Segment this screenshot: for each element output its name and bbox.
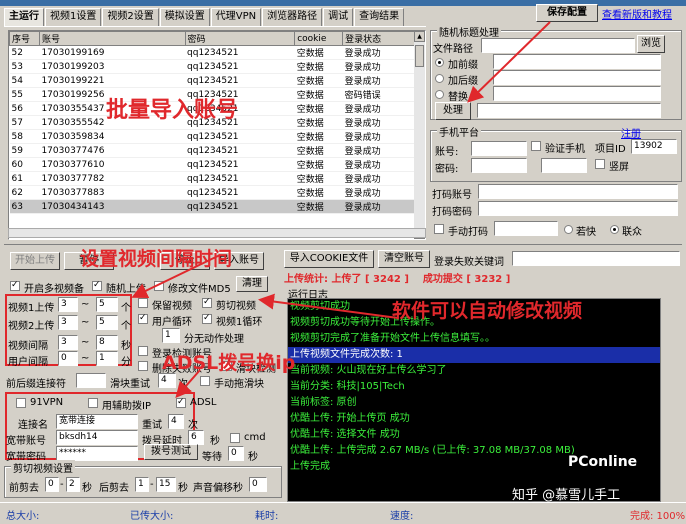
status-bar: 总大小: 已传大小: 耗时: 速度: 完成: 100% bbox=[0, 502, 686, 524]
total-size-label: 总大小: bbox=[6, 511, 40, 522]
arrow-to-cut-video-icon bbox=[258, 293, 399, 319]
done-label: 完成: 100% bbox=[630, 511, 686, 522]
pconline-watermark: PConline bbox=[568, 454, 638, 470]
annotation-arrows bbox=[131, 21, 551, 399]
uploaded-size-label: 已传大小: bbox=[130, 511, 174, 522]
speed-label: 速度: bbox=[390, 511, 414, 522]
elapsed-label: 耗时: bbox=[255, 511, 279, 522]
arrow-to-adsl-icon bbox=[175, 369, 201, 399]
arrow-to-interval-icon bbox=[131, 254, 221, 298]
zhihu-watermark: 知乎 @慕雪儿手工 bbox=[512, 488, 621, 503]
arrow-to-process-icon bbox=[467, 21, 551, 103]
